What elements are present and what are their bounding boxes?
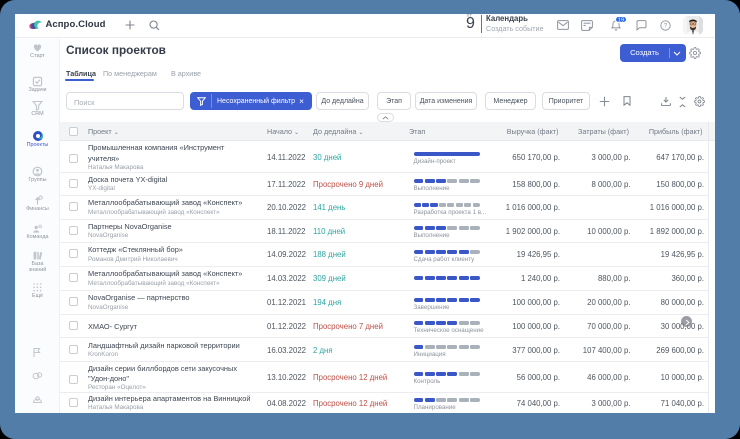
svg-text:19: 19	[617, 18, 623, 23]
svg-text:?: ?	[664, 23, 668, 30]
